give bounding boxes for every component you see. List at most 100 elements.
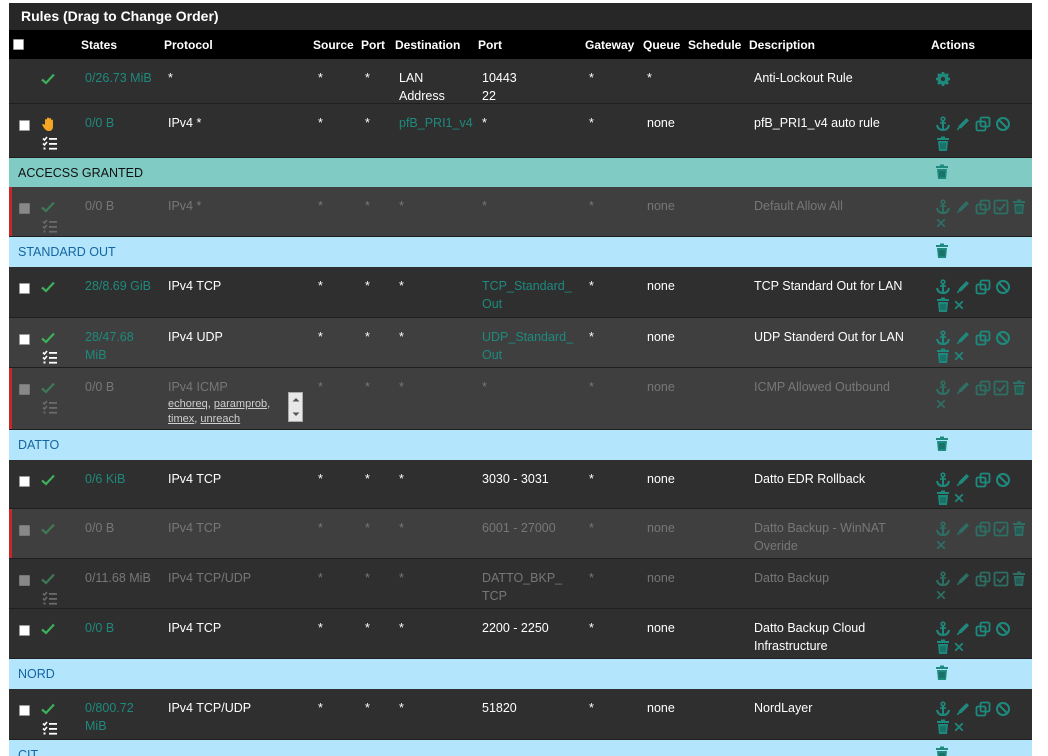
rule-select-checkbox[interactable]	[19, 625, 30, 636]
edit-icon[interactable]	[955, 116, 971, 132]
rule-states-cont[interactable]: MiB	[85, 717, 107, 735]
rule-select-checkbox[interactable]	[19, 334, 30, 345]
rule-states[interactable]: 0/0 B	[85, 619, 114, 637]
enable-icon[interactable]	[993, 380, 1009, 396]
col-destination[interactable]: Destination	[395, 38, 460, 52]
rule-states-cont[interactable]: MiB	[85, 346, 107, 364]
edit-icon[interactable]	[955, 330, 971, 346]
block-icon[interactable]	[995, 472, 1011, 488]
anchor-icon[interactable]	[935, 330, 951, 346]
block-icon[interactable]	[995, 116, 1011, 132]
chevron-up-icon[interactable]	[292, 396, 300, 404]
rule-dest-port[interactable]: TCP_Standard_	[482, 277, 572, 295]
rule-dest-port[interactable]: UDP_Standard_	[482, 328, 573, 346]
delete-x-icon[interactable]	[935, 589, 947, 601]
col-destination-port[interactable]: Port	[478, 38, 502, 52]
enable-icon[interactable]	[993, 571, 1009, 587]
edit-icon[interactable]	[955, 279, 971, 295]
block-icon[interactable]	[995, 701, 1011, 717]
copy-icon[interactable]	[975, 472, 991, 488]
col-states[interactable]: States	[81, 38, 117, 52]
rule-row[interactable]: 0/0 B IPv4 * * * pfB_PRI1_v4 * * none pfB_PRI1_v…	[9, 104, 1032, 158]
copy-icon[interactable]	[975, 199, 991, 215]
rule-dest-port[interactable]: DATTO_BKP_	[482, 569, 562, 587]
rule-row[interactable]: 0/800.72 MiB IPv4 TCP/UDP * * * 51820 * none Nord…	[9, 689, 1032, 740]
rule-states[interactable]: 0/6 KiB	[85, 470, 125, 488]
anchor-icon[interactable]	[935, 621, 951, 637]
delete-x-icon[interactable]	[953, 721, 965, 733]
trash-icon[interactable]	[935, 348, 951, 364]
rule-dest-port-cont[interactable]: TCP	[482, 587, 507, 605]
col-source-port[interactable]: Port	[361, 38, 385, 52]
rule-row[interactable]: 28/8.69 GiB IPv4 TCP * * * TCP_Standard_ Out * n…	[9, 267, 1032, 318]
edit-icon[interactable]	[955, 199, 971, 215]
delete-x-icon[interactable]	[953, 492, 965, 504]
copy-icon[interactable]	[975, 701, 991, 717]
rule-dest-port-cont[interactable]: Out	[482, 346, 502, 364]
anchor-icon[interactable]	[935, 701, 951, 717]
icmp-type-echoreq[interactable]: echoreq	[168, 398, 208, 410]
trash-icon[interactable]	[935, 639, 951, 655]
icmp-list-scroll[interactable]	[288, 392, 303, 422]
col-protocol[interactable]: Protocol	[164, 38, 213, 52]
select-all-checkbox[interactable]	[13, 39, 24, 50]
rule-select-checkbox[interactable]	[19, 476, 30, 487]
edit-icon[interactable]	[955, 380, 971, 396]
separator-delete-icon[interactable]	[934, 665, 950, 681]
rule-states[interactable]: 28/8.69 GiB	[85, 277, 151, 295]
rule-row[interactable]: 0/0 B IPv4 * * * * * * none Default Allow All	[9, 187, 1032, 237]
edit-icon[interactable]	[955, 571, 971, 587]
trash-icon[interactable]	[1011, 521, 1027, 537]
separator-delete-icon[interactable]	[934, 436, 950, 452]
anchor-icon[interactable]	[935, 380, 951, 396]
block-icon[interactable]	[995, 330, 1011, 346]
rule-row[interactable]: 0/11.68 MiB IPv4 TCP/UDP * * * DATTO_BKP_ TCP *…	[9, 559, 1032, 609]
enable-icon[interactable]	[993, 199, 1009, 215]
rule-select-checkbox[interactable]	[19, 384, 30, 395]
copy-icon[interactable]	[975, 621, 991, 637]
separator-delete-icon[interactable]	[934, 243, 950, 259]
rule-select-checkbox[interactable]	[19, 525, 30, 536]
rule-states[interactable]: 0/0 B	[85, 114, 114, 132]
rule-row[interactable]: 28/47.68 MiB IPv4 UDP * * * UDP_Standard_ Out * n…	[9, 318, 1032, 368]
rule-states[interactable]: 0/0 B	[85, 519, 114, 537]
rule-select-checkbox[interactable]	[19, 283, 30, 294]
edit-icon[interactable]	[955, 621, 971, 637]
copy-icon[interactable]	[975, 380, 991, 396]
rule-destination[interactable]: pfB_PRI1_v4	[399, 114, 473, 132]
trash-icon[interactable]	[935, 297, 951, 313]
gear-icon[interactable]	[935, 71, 951, 87]
separator-delete-icon[interactable]	[934, 164, 950, 180]
block-icon[interactable]	[995, 279, 1011, 295]
trash-icon[interactable]	[935, 719, 951, 735]
col-source[interactable]: Source	[313, 38, 354, 52]
rule-states[interactable]: 0/800.72	[85, 699, 134, 717]
delete-x-icon[interactable]	[953, 641, 965, 653]
delete-x-icon[interactable]	[935, 217, 947, 229]
icmp-type-timex[interactable]: timex	[168, 413, 194, 425]
delete-x-icon[interactable]	[935, 398, 947, 410]
trash-icon[interactable]	[1011, 199, 1027, 215]
chevron-down-icon[interactable]	[292, 410, 300, 418]
trash-icon[interactable]	[935, 136, 951, 152]
rule-states[interactable]: 0/0 B	[85, 197, 114, 215]
copy-icon[interactable]	[975, 279, 991, 295]
edit-icon[interactable]	[955, 521, 971, 537]
delete-x-icon[interactable]	[935, 539, 947, 551]
rule-row[interactable]: 0/26.73 MiB * * * LAN Address 10443 22 * * Anti-Lo…	[9, 59, 1032, 104]
separator-delete-icon[interactable]	[934, 746, 950, 756]
rule-row[interactable]: 0/0 B IPv4 TCP * * * 2200 - 2250 * none Datto Ba…	[9, 609, 1032, 659]
trash-icon[interactable]	[1011, 380, 1027, 396]
copy-icon[interactable]	[975, 330, 991, 346]
col-queue[interactable]: Queue	[643, 38, 680, 52]
icmp-type-unreach[interactable]: unreach	[200, 413, 240, 425]
rule-row[interactable]: 0/0 B IPv4 TCP * * * 6001 - 27000 * none Datto B…	[9, 509, 1032, 559]
rule-states[interactable]: 0/11.68 MiB	[85, 569, 151, 587]
rule-states[interactable]: 28/47.68	[85, 328, 134, 346]
col-schedule[interactable]: Schedule	[688, 38, 741, 52]
rule-states[interactable]: 0/26.73 MiB	[85, 69, 152, 87]
anchor-icon[interactable]	[935, 199, 951, 215]
col-gateway[interactable]: Gateway	[585, 38, 634, 52]
icmp-type-paramprob[interactable]: paramprob	[214, 398, 267, 410]
rule-select-checkbox[interactable]	[19, 575, 30, 586]
